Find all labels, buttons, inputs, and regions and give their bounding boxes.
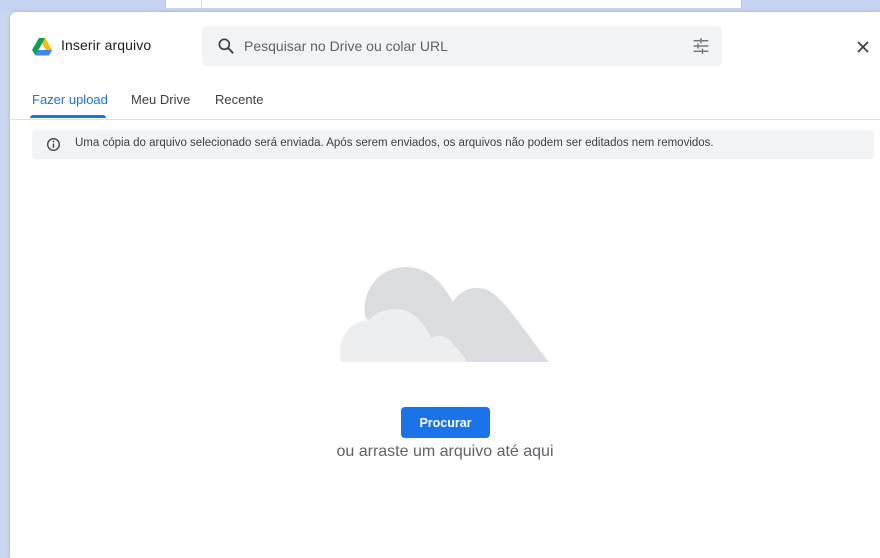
search-field[interactable]: Pesquisar no Drive ou colar URL — [202, 26, 722, 66]
close-icon[interactable] — [853, 37, 873, 57]
search-icon — [218, 38, 234, 54]
tab-meu-drive[interactable]: Meu Drive — [131, 92, 190, 107]
tab-fazer-upload[interactable]: Fazer upload — [32, 92, 108, 107]
active-tab-indicator — [30, 115, 106, 118]
google-drive-logo-icon — [32, 38, 52, 56]
dialog-title: Inserir arquivo — [61, 37, 152, 53]
underlying-toolbar — [165, 0, 742, 8]
info-banner-text: Uma cópia do arquivo selecionado será en… — [75, 137, 714, 149]
info-banner: Uma cópia do arquivo selecionado será en… — [32, 130, 874, 159]
drop-zone-text: ou arraste um arquivo até aqui — [336, 443, 554, 460]
browse-button[interactable]: Procurar — [401, 407, 490, 438]
tune-icon[interactable] — [692, 37, 710, 55]
insert-file-dialog: Inserir arquivo Pesquisar no Drive ou co… — [10, 12, 880, 558]
tab-recente[interactable]: Recente — [215, 92, 263, 107]
dialog-header: Inserir arquivo Pesquisar no Drive ou co… — [10, 12, 880, 80]
tab-bar: Fazer upload Meu Drive Recente — [10, 80, 880, 120]
search-input[interactable]: Pesquisar no Drive ou colar URL — [244, 38, 448, 54]
info-icon — [47, 138, 60, 151]
cloud-illustration — [340, 267, 549, 362]
